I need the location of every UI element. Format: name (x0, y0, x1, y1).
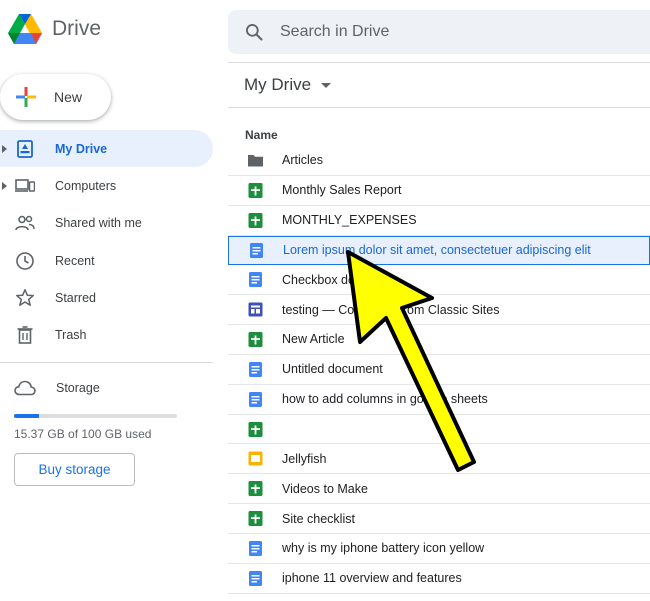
file-row[interactable]: how to add columns in google sheets (228, 385, 650, 415)
doc-file-icon (247, 361, 264, 378)
expand-caret-icon[interactable] (2, 144, 7, 153)
file-name: Monthly Sales Report (282, 183, 402, 198)
storage-progress-bar (14, 414, 177, 418)
file-row[interactable]: why is my iphone battery icon yellow (228, 534, 650, 564)
sidebar-item-computers[interactable]: Computers (0, 167, 213, 204)
storage-used-text: 15.37 GB of 100 GB used (14, 427, 152, 441)
new-button-label: New (54, 89, 83, 105)
sidebar-nav: My Drive Computers Shared with me Recent… (0, 130, 213, 354)
buy-storage-button[interactable]: Buy storage (14, 453, 135, 486)
doc-file-icon (247, 271, 264, 288)
file-name: Untitled document (282, 362, 383, 377)
shared-icon (15, 215, 35, 231)
search-input[interactable]: Search in Drive (280, 23, 389, 41)
sheet-file-icon (247, 182, 264, 199)
slides-file-icon (247, 450, 264, 467)
file-row[interactable]: Jellyfish (228, 444, 650, 475)
plus-icon (16, 87, 36, 107)
drive-logo[interactable]: Drive (8, 14, 101, 44)
file-name: how to add columns in google sheets (282, 392, 488, 407)
file-row[interactable]: testing — Converted from Classic Sites (228, 295, 650, 326)
sheet-file-icon (247, 212, 264, 229)
sheet-file-icon (247, 480, 264, 497)
sidebar-item-label: Shared with me (55, 216, 142, 231)
sidebar-item-starred[interactable]: Starred (0, 279, 213, 316)
file-name: Videos to Make (282, 481, 368, 496)
file-row[interactable]: Videos to Make (228, 474, 650, 505)
site-file-icon (247, 301, 264, 318)
title-divider (228, 107, 650, 108)
sidebar-item-my-drive[interactable]: My Drive (0, 130, 213, 168)
file-name: Articles (282, 153, 323, 168)
sidebar-item-label: Recent (55, 253, 95, 268)
doc-file-icon (247, 540, 264, 557)
app-name: Drive (52, 17, 102, 40)
file-row[interactable]: Site checklist (228, 504, 650, 534)
doc-file-icon (247, 391, 264, 408)
search-icon[interactable] (244, 22, 264, 42)
sidebar-item-shared[interactable]: Shared with me (0, 205, 213, 242)
drive-logo-icon (8, 14, 42, 44)
file-name: Site checklist (282, 511, 355, 526)
search-bar[interactable]: Search in Drive (228, 10, 650, 54)
trash-icon (17, 326, 33, 344)
sheet-file-icon (247, 510, 264, 527)
sheet-file-icon (247, 331, 264, 348)
chevron-down-icon[interactable] (321, 82, 332, 88)
sidebar-item-recent[interactable]: Recent (0, 242, 213, 279)
star-icon (15, 288, 35, 306)
new-button[interactable]: New (0, 74, 111, 120)
file-row[interactable]: Checkbox document (228, 265, 650, 296)
sidebar-item-label: Starred (55, 290, 96, 305)
file-name: iphone 11 overview and features (282, 571, 462, 586)
clock-icon (16, 251, 34, 270)
cloud-icon (14, 380, 36, 396)
doc-file-icon (247, 570, 264, 587)
sidebar-item-storage[interactable]: Storage (14, 380, 100, 396)
sidebar-item-label: My Drive (55, 141, 108, 156)
file-name: Checkbox document (282, 272, 396, 287)
file-row[interactable]: Untitled document (228, 355, 650, 385)
sidebar-divider (0, 362, 213, 363)
computers-icon (15, 179, 35, 192)
column-header-name[interactable]: Name (245, 128, 278, 142)
file-row[interactable] (228, 415, 650, 445)
storage-label: Storage (56, 381, 100, 395)
file-name: New Article (282, 332, 345, 347)
file-row[interactable]: Monthly Sales Report (228, 176, 650, 206)
file-row[interactable]: New Article (228, 325, 650, 355)
sidebar-item-label: Trash (55, 328, 87, 343)
file-name: why is my iphone battery icon yellow (282, 541, 485, 556)
file-row[interactable]: iphone 11 overview and features (228, 564, 650, 594)
file-row[interactable]: Lorem ipsum dolor sit amet, consectetuer… (228, 235, 650, 266)
file-name: Lorem ipsum dolor sit amet, consectetuer… (283, 243, 591, 258)
file-row[interactable]: Articles (228, 146, 650, 176)
file-name: Jellyfish (282, 451, 327, 466)
header-divider (228, 62, 650, 63)
sheet-file-icon (247, 421, 264, 438)
expand-caret-icon[interactable] (2, 181, 7, 190)
file-row[interactable]: MONTHLY_EXPENSES (228, 206, 650, 236)
page-title[interactable]: My Drive (244, 75, 332, 95)
sidebar-item-label: Computers (55, 178, 117, 193)
folder-file-icon (247, 152, 264, 169)
storage-progress-fill (14, 414, 40, 418)
page-title-text: My Drive (244, 75, 312, 94)
file-name: MONTHLY_EXPENSES (282, 213, 417, 228)
doc-file-icon (248, 242, 265, 259)
my-drive-icon (17, 139, 33, 158)
file-name: testing — Converted from Classic Sites (282, 302, 500, 317)
file-list: Articles Monthly Sales Report MONTHLY_EXPE… (228, 146, 650, 594)
sidebar-item-trash[interactable]: Trash (0, 316, 213, 353)
